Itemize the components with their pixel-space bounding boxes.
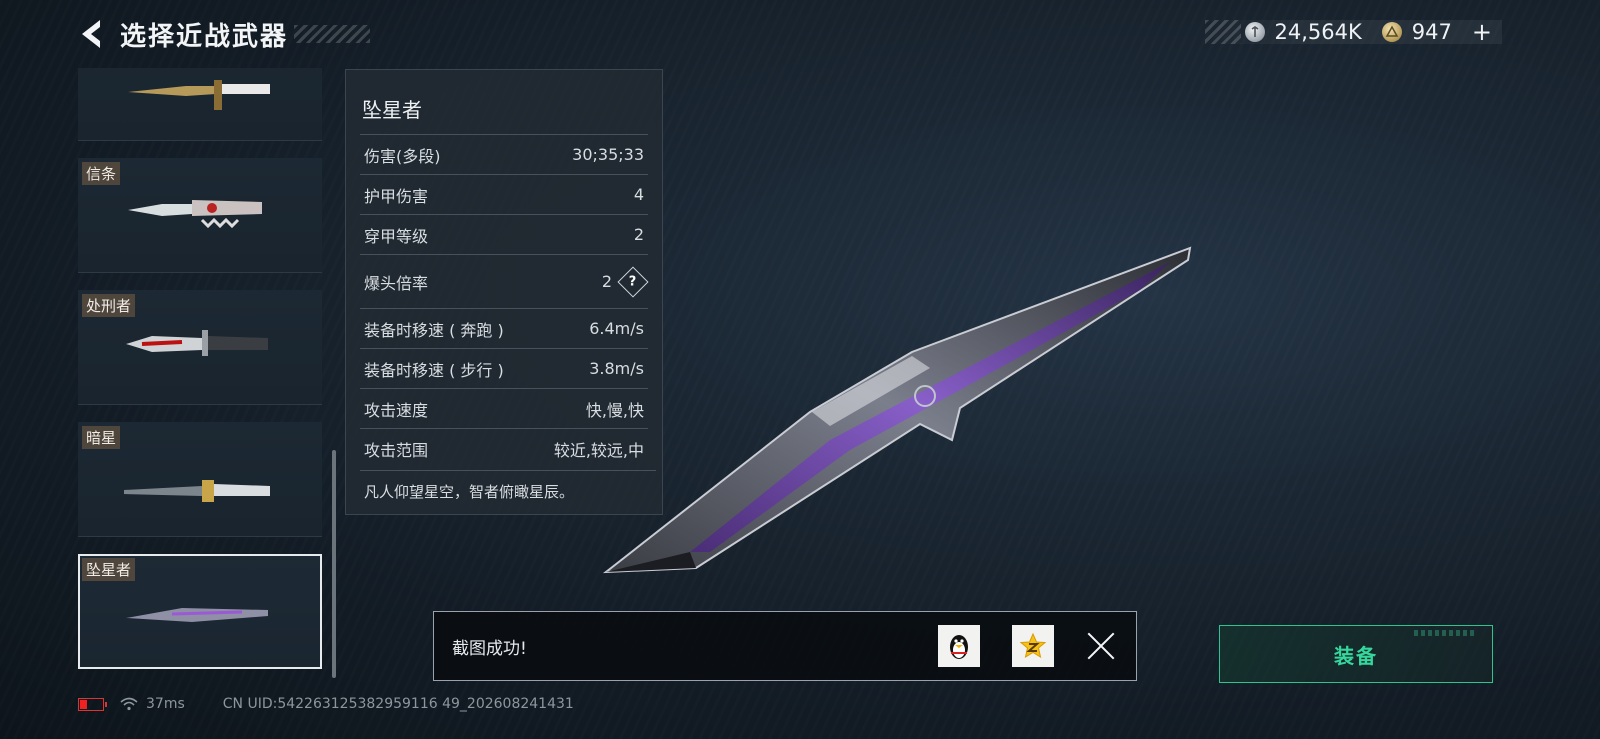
silver-currency-value: 24,564K <box>1274 20 1362 44</box>
stat-label: 攻击速度 <box>364 400 429 420</box>
weapon-list-scrollbar[interactable] <box>332 450 336 678</box>
back-arrow-icon[interactable] <box>78 17 106 51</box>
status-bar: 37ms CN UID:542263125382959116 49_202608… <box>78 695 574 713</box>
stat-label: 装备时移速 ( 奔跑 ) <box>364 320 504 340</box>
qq-share-button[interactable] <box>938 625 980 667</box>
currency-decoration <box>1204 20 1241 44</box>
creed-knife-icon <box>128 200 262 229</box>
weapon-card-star-faller[interactable]: 坠星者 <box>78 554 322 669</box>
weapon-card-label: 信条 <box>82 162 121 185</box>
stat-label: 伤害(多段) <box>364 146 441 166</box>
stat-label: 护甲伤害 <box>364 186 429 206</box>
weapon-list[interactable]: 信条 处刑者 暗星 坠星者 <box>78 68 324 678</box>
star-faller-knife-icon <box>126 608 268 622</box>
equip-decoration <box>1414 630 1474 636</box>
toast-message: 截图成功! <box>452 638 527 659</box>
equip-button[interactable]: 装备 <box>1219 625 1493 683</box>
gold-coin-icon <box>1381 22 1402 42</box>
battery-icon <box>78 697 107 711</box>
header: 选择近战武器 <box>78 14 371 54</box>
stat-label: 装备时移速 ( 步行 ) <box>364 360 504 380</box>
add-currency-button[interactable]: + <box>1472 20 1492 44</box>
equip-label: 装备 <box>1334 643 1378 668</box>
weapon-card-dark-star[interactable]: 暗星 <box>78 422 322 537</box>
weapon-name: 坠星者 <box>362 98 422 122</box>
stat-value: 4 <box>633 185 644 204</box>
gold-currency-value: 947 <box>1411 20 1452 44</box>
weapon-card-executioner[interactable]: 处刑者 <box>78 290 322 405</box>
weapon-card-label: 暗星 <box>82 426 121 449</box>
stat-row-armor-damage: 护甲伤害 4 <box>360 174 648 214</box>
page-title: 选择近战武器 <box>120 21 289 52</box>
stat-value: 30;35;33 <box>572 145 644 164</box>
weapon-card-label: 处刑者 <box>82 294 136 317</box>
weapon-card-label: 坠星者 <box>82 558 136 581</box>
silver-coin-icon <box>1244 22 1265 42</box>
qzone-star-icon <box>1019 632 1047 659</box>
title-decoration <box>294 25 371 43</box>
close-icon[interactable] <box>1086 631 1116 661</box>
stat-label: 穿甲等级 <box>364 226 429 246</box>
screenshot-toast: 截图成功! <box>433 611 1137 681</box>
star-faller-weapon-render <box>602 246 1192 574</box>
stat-row-damage: 伤害(多段) 30;35;33 <box>360 134 648 174</box>
stat-label: 攻击范围 <box>364 440 429 460</box>
weapon-card-bayonet[interactable] <box>78 68 322 141</box>
stat-label: 爆头倍率 <box>364 273 429 293</box>
executioner-knife-icon <box>126 330 268 356</box>
bayonet-knife-icon <box>128 80 270 110</box>
ping-value: 37ms <box>146 696 185 712</box>
user-uid: CN UID:542263125382959116 49_20260824143… <box>222 696 574 712</box>
dark-star-knife-icon <box>124 480 270 502</box>
currency-bar: 24,564K 947 + <box>1204 20 1502 44</box>
qq-penguin-icon <box>950 635 968 659</box>
wifi-icon <box>120 697 138 711</box>
weapon-card-creed[interactable]: 信条 <box>78 158 322 273</box>
qzone-share-button[interactable] <box>1012 625 1054 667</box>
